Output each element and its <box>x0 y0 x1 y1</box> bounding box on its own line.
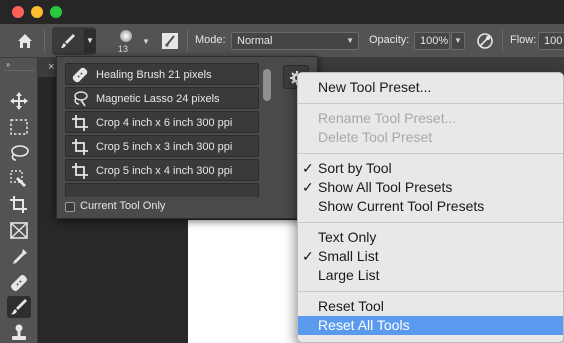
list-item[interactable] <box>65 183 259 197</box>
panel-context-menu: New Tool Preset... Rename Tool Preset...… <box>297 72 564 343</box>
menu-item-reset-all-tools[interactable]: Reset All Tools <box>298 316 563 335</box>
opacity-dropdown[interactable]: ▼ <box>451 32 465 50</box>
tools-panel: ›› <box>0 58 38 343</box>
healing-brush-tool-icon[interactable] <box>7 272 31 294</box>
menu-separator <box>298 103 563 104</box>
current-tool-only-label: Current Tool Only <box>80 200 166 212</box>
opacity-value: 100% <box>420 35 449 47</box>
collapse-chevron-icon[interactable]: ›› <box>6 60 10 69</box>
opacity-input[interactable]: 100% <box>414 32 450 50</box>
preset-label: Healing Brush 21 pixels <box>96 69 212 81</box>
menu-item-sort-by-tool[interactable]: ✓ Sort by Tool <box>298 159 563 178</box>
chevron-down-icon[interactable]: ▼ <box>142 37 150 46</box>
chevron-down-icon: ▼ <box>346 36 354 45</box>
close-window-button[interactable] <box>12 6 24 18</box>
move-tool-icon[interactable] <box>7 90 31 112</box>
menu-separator <box>298 222 563 223</box>
pressure-opacity-icon[interactable] <box>475 31 495 51</box>
list-item[interactable]: Crop 5 inch x 3 inch 300 ppi <box>65 135 259 157</box>
menu-item-rename-tool-preset: Rename Tool Preset... <box>318 110 457 126</box>
separator <box>187 30 188 52</box>
list-item[interactable]: Healing Brush 21 pixels <box>65 63 259 85</box>
lasso-tool-icon[interactable] <box>7 142 31 164</box>
menu-item-show-all-tool-presets[interactable]: ✓ Show All Tool Presets <box>298 178 563 197</box>
menu-item-small-list[interactable]: ✓ Small List <box>298 247 563 266</box>
quick-select-tool-icon[interactable] <box>7 168 31 190</box>
separator <box>502 30 503 52</box>
brush-tip-icon <box>120 30 132 42</box>
marquee-tool-icon[interactable] <box>7 116 31 138</box>
eyedropper-tool-icon[interactable] <box>7 246 31 268</box>
menu-item-text-only[interactable]: Text Only <box>298 228 563 247</box>
brush-size-picker[interactable]: 13 <box>112 28 142 56</box>
flow-value: 100 <box>544 35 563 47</box>
mode-label: Mode: <box>195 34 226 46</box>
magnetic-lasso-icon <box>74 91 88 107</box>
minimize-window-button[interactable] <box>31 6 43 18</box>
checkmark-icon: ✓ <box>302 179 314 195</box>
mode-value: Normal <box>237 35 273 47</box>
crop-icon <box>72 139 88 155</box>
options-bar: ▼ 13 ▼ Mode: Normal ▼ Opacity: 100% ▼ Fl… <box>0 24 564 58</box>
tool-presets-panel: Healing Brush 21 pixels Magnetic Lasso 2… <box>56 56 354 219</box>
menu-item-large-list[interactable]: Large List <box>298 266 563 285</box>
clone-stamp-tool-icon[interactable] <box>7 322 31 343</box>
preset-label: Crop 5 inch x 4 inch 300 ppi <box>96 165 233 177</box>
preset-label: Crop 4 inch x 6 inch 300 ppi <box>96 117 233 129</box>
healing-brush-icon <box>72 67 88 83</box>
tool-presets-list: Healing Brush 21 pixels Magnetic Lasso 2… <box>65 63 261 197</box>
menu-item-new-tool-preset[interactable]: New Tool Preset... <box>298 78 563 97</box>
checkmark-icon: ✓ <box>302 248 314 264</box>
separator <box>4 70 34 71</box>
menu-separator <box>298 153 563 154</box>
crop-icon <box>72 115 88 131</box>
tool-preset-picker[interactable]: ▼ <box>52 27 96 55</box>
title-bar <box>0 0 564 24</box>
checkmark-icon: ✓ <box>302 160 314 176</box>
close-tab-icon[interactable]: × <box>48 61 54 73</box>
frame-tool-icon[interactable] <box>7 220 31 242</box>
flow-label: Flow: <box>510 34 537 46</box>
flow-input[interactable]: 100 <box>538 32 564 50</box>
preset-label: Crop 5 inch x 3 inch 300 ppi <box>96 141 233 153</box>
brush-tool-icon[interactable] <box>7 296 31 318</box>
zoom-window-button[interactable] <box>50 6 62 18</box>
brush-settings-icon[interactable] <box>160 31 180 51</box>
menu-item-delete-tool-preset: Delete Tool Preset <box>318 129 433 145</box>
separator <box>44 30 45 52</box>
opacity-label: Opacity: <box>369 34 410 46</box>
home-icon[interactable] <box>14 31 36 51</box>
menu-item-show-current-tool-presets[interactable]: Show Current Tool Presets <box>298 197 563 216</box>
list-item[interactable]: Crop 5 inch x 4 inch 300 ppi <box>65 159 259 181</box>
current-tool-only-checkbox[interactable] <box>65 202 75 212</box>
menu-separator <box>298 291 563 292</box>
brush-size-value: 13 <box>118 44 129 54</box>
crop-tool-icon[interactable] <box>7 194 31 216</box>
mode-select[interactable]: Normal ▼ <box>231 32 359 50</box>
crop-icon <box>72 163 88 179</box>
list-item[interactable]: Magnetic Lasso 24 pixels <box>65 87 259 109</box>
preset-label: Magnetic Lasso 24 pixels <box>96 93 220 105</box>
brush-icon <box>61 34 75 48</box>
chevron-down-icon[interactable]: ▼ <box>84 29 96 53</box>
scrollbar-thumb[interactable] <box>263 69 271 101</box>
list-item[interactable]: Crop 4 inch x 6 inch 300 ppi <box>65 111 259 133</box>
photoshop-window: ▼ 13 ▼ Mode: Normal ▼ Opacity: 100% ▼ Fl… <box>0 0 564 343</box>
menu-item-reset-tool[interactable]: Reset Tool <box>298 297 563 316</box>
